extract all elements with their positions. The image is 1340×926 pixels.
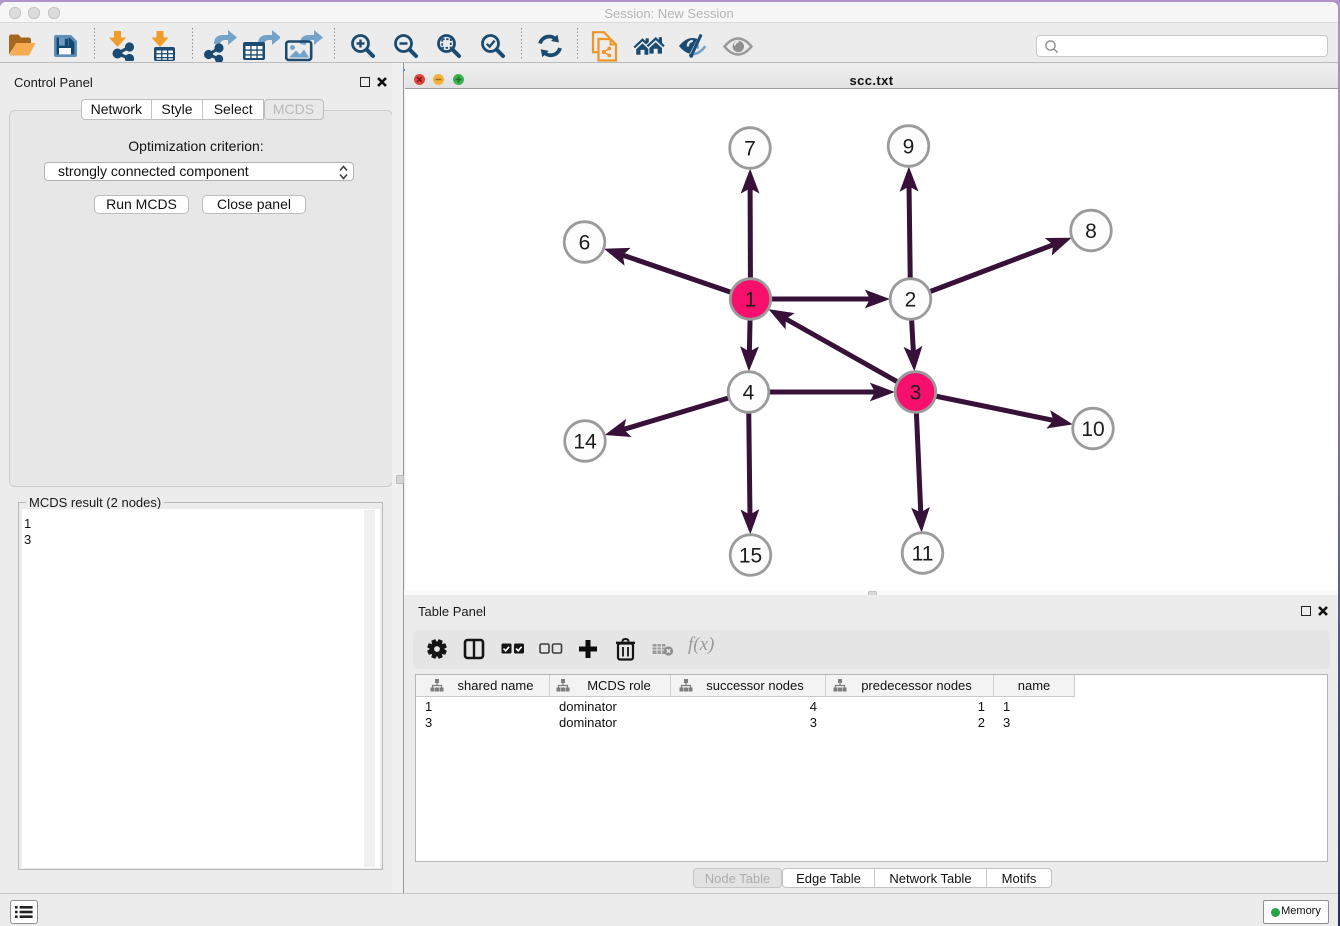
svg-text:9: 9 bbox=[903, 135, 915, 158]
svg-text:11: 11 bbox=[912, 542, 934, 565]
svg-text:10: 10 bbox=[1081, 418, 1104, 441]
svg-text:1: 1 bbox=[745, 288, 757, 311]
svg-text:4: 4 bbox=[743, 381, 755, 404]
svg-text:6: 6 bbox=[579, 231, 591, 254]
svg-text:3: 3 bbox=[910, 381, 922, 404]
svg-text:14: 14 bbox=[573, 430, 597, 453]
svg-text:2: 2 bbox=[905, 288, 917, 311]
svg-text:8: 8 bbox=[1085, 220, 1097, 243]
svg-text:7: 7 bbox=[744, 137, 756, 160]
svg-text:15: 15 bbox=[739, 544, 762, 567]
